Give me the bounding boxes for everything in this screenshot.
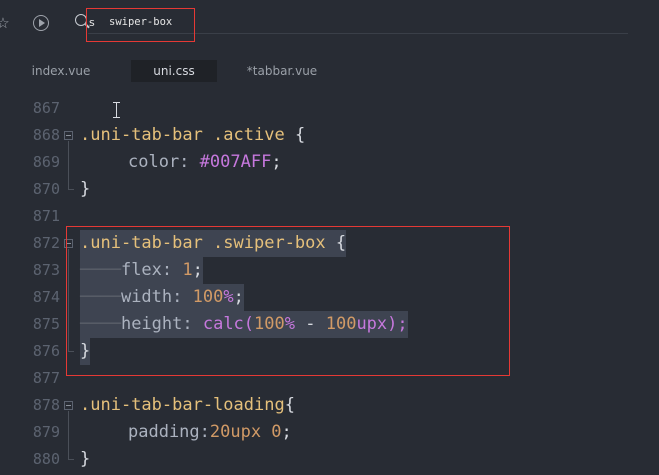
css-property: padding: (128, 422, 210, 442)
semicolon: ; (271, 152, 282, 172)
fold-guide-end (68, 189, 74, 190)
search-highlight-box (86, 8, 195, 42)
code-text: .uni-tab-bar .active { (80, 122, 305, 149)
line-number: 875 (32, 315, 60, 333)
css-selector: .uni-tab-bar .active (80, 125, 285, 145)
brace: { (284, 125, 306, 145)
code-line: 879 padding:20upx 0; (0, 419, 659, 446)
css-value: 20upx 0 (209, 422, 282, 442)
css-value: #007AFF (199, 152, 272, 172)
line-number: 872 (32, 234, 60, 252)
fold-guide-line (68, 411, 69, 459)
fold-guide-line (68, 141, 69, 189)
brace: } (80, 179, 91, 199)
code-line: 870 } (0, 176, 659, 203)
code-text: padding:20upx 0; (128, 419, 292, 446)
tab-uni-css[interactable]: uni.css (131, 60, 217, 82)
css-property: color: (128, 152, 200, 172)
code-line: 869 color: #007AFF; (0, 149, 659, 176)
code-line: 878 .uni-tab-bar-loading{ (0, 392, 659, 419)
code-text: } (80, 176, 90, 203)
line-number: 877 (32, 369, 60, 387)
brace: } (80, 449, 91, 469)
line-number: 869 (32, 153, 60, 171)
play-icon (39, 19, 45, 27)
code-text: color: #007AFF; (128, 149, 282, 176)
code-line: 880 } (0, 446, 659, 473)
line-number: 873 (32, 261, 60, 279)
top-toolbar: ☆ s (0, 0, 659, 49)
line-number: 871 (32, 207, 60, 225)
editor-tab-bar: index.vue uni.css *tabbar.vue (0, 48, 659, 88)
code-line: 867 (0, 95, 659, 122)
line-number: 879 (32, 423, 60, 441)
fold-guide-end (68, 459, 74, 460)
code-highlight-box (66, 226, 510, 376)
line-number: 880 (32, 450, 60, 468)
line-number: 876 (32, 342, 60, 360)
semicolon: ; (281, 422, 292, 442)
line-number: 867 (32, 99, 60, 117)
tab-index-vue[interactable]: index.vue (20, 60, 102, 82)
fold-toggle-icon[interactable] (64, 131, 73, 140)
css-selector: .uni-tab-bar-loading (80, 395, 285, 415)
code-line: 868 .uni-tab-bar .active { (0, 122, 659, 149)
code-text: } (80, 446, 90, 473)
line-number: 878 (32, 396, 60, 414)
line-number: 874 (32, 288, 60, 306)
line-number: 870 (32, 180, 60, 198)
run-icon[interactable] (30, 12, 52, 34)
fold-toggle-icon[interactable] (64, 401, 73, 410)
star-icon[interactable]: ☆ (0, 12, 14, 34)
brace: { (284, 395, 295, 415)
tab-tabbar-vue[interactable]: *tabbar.vue (236, 60, 328, 82)
text-cursor-icon (112, 102, 122, 118)
line-number: 868 (32, 126, 60, 144)
code-text: .uni-tab-bar-loading{ (80, 392, 295, 419)
